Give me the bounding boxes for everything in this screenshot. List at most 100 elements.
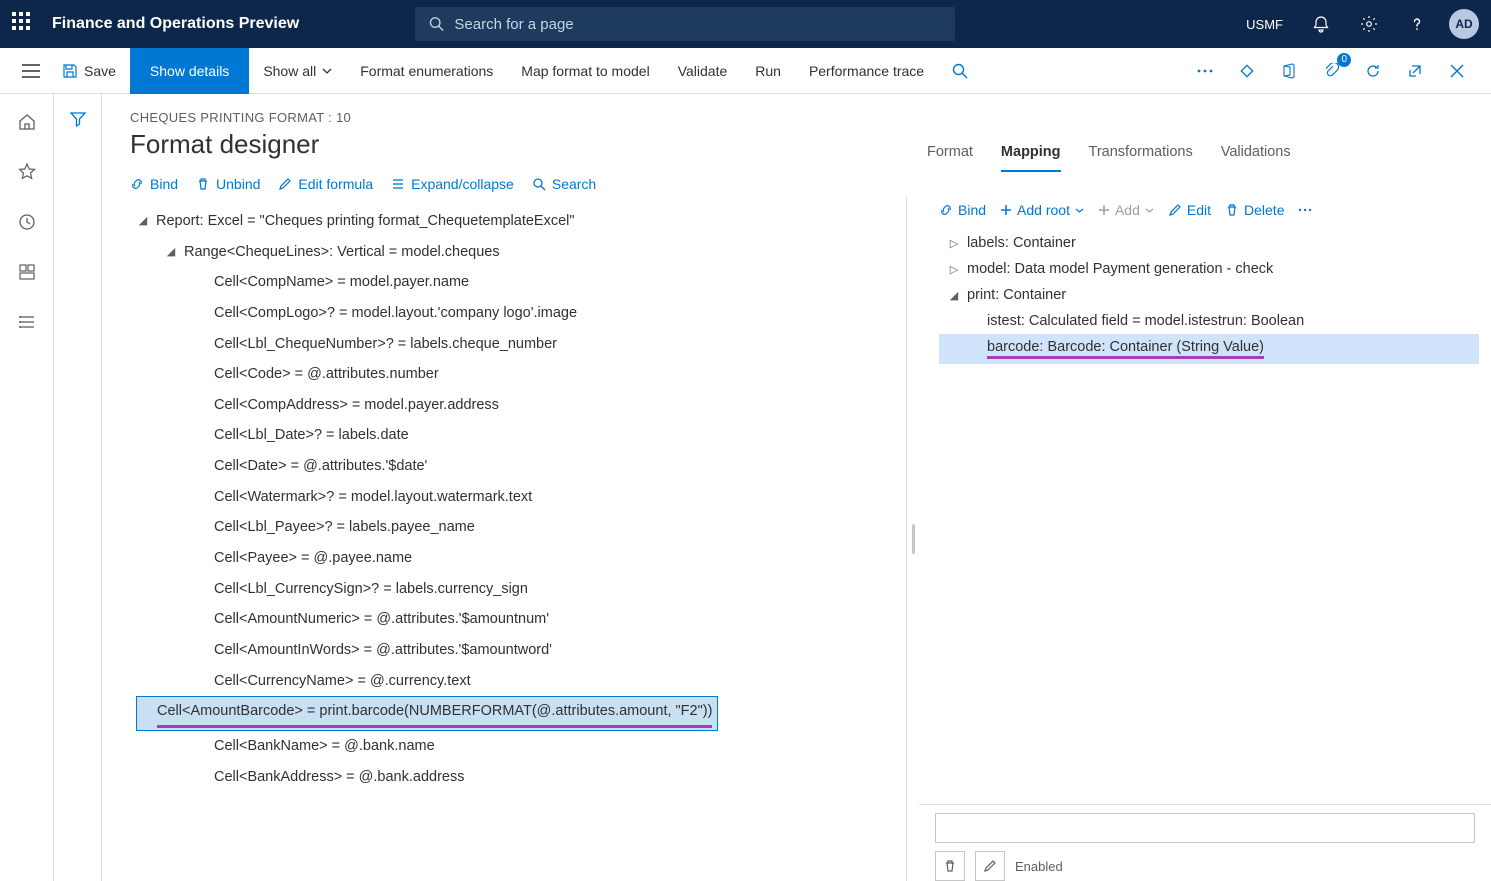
search-icon: [429, 16, 444, 32]
add-root-button[interactable]: Add root: [1000, 202, 1084, 218]
tree-row[interactable]: Cell<Code> = @.attributes.number: [136, 359, 906, 390]
expand-collapse-button[interactable]: Expand/collapse: [391, 176, 514, 192]
tree-node-istest[interactable]: istest: Calculated field = model.istestr…: [939, 308, 1479, 334]
tree-label: Cell<AmountNumeric> = @.attributes.'$amo…: [214, 607, 549, 632]
edit-value-button[interactable]: [975, 851, 1005, 881]
edit-formula-button[interactable]: Edit formula: [278, 176, 373, 192]
tree-node-print[interactable]: ◢print: Container: [939, 282, 1479, 308]
hamburger-button[interactable]: [14, 48, 48, 94]
notification-icon[interactable]: [1305, 8, 1337, 40]
trash-icon: [943, 859, 957, 873]
tree-row[interactable]: Cell<Date> = @.attributes.'$date': [136, 451, 906, 482]
tree-label: Cell<CompAddress> = model.payer.address: [214, 393, 499, 418]
filter-icon[interactable]: [69, 110, 87, 881]
tree-row[interactable]: Cell<AmountNumeric> = @.attributes.'$amo…: [136, 604, 906, 635]
tab-validations[interactable]: Validations: [1221, 136, 1291, 172]
tree-row[interactable]: Cell<CompLogo>? = model.layout.'company …: [136, 298, 906, 329]
edit-button[interactable]: Edit: [1168, 202, 1211, 218]
settings-icon[interactable]: [1353, 8, 1385, 40]
delete-value-button[interactable]: [935, 851, 965, 881]
waffle-icon[interactable]: [12, 12, 36, 36]
tree-row[interactable]: Cell<BankAddress> = @.bank.address: [136, 762, 906, 793]
recent-icon[interactable]: [15, 210, 39, 234]
tree-label: Report: Excel = "Cheques printing format…: [156, 209, 575, 234]
refresh-icon[interactable]: [1359, 57, 1387, 85]
map-format-button[interactable]: Map format to model: [507, 48, 663, 94]
company-code[interactable]: USMF: [1246, 17, 1283, 32]
tree-node-labels[interactable]: ▷labels: Container: [939, 230, 1479, 256]
avatar[interactable]: AD: [1449, 9, 1479, 39]
star-icon[interactable]: [15, 160, 39, 184]
tree-row[interactable]: Cell<CompAddress> = model.payer.address: [136, 390, 906, 421]
more-button[interactable]: [1298, 208, 1312, 212]
tree-row[interactable]: Cell<Lbl_ChequeNumber>? = labels.cheque_…: [136, 329, 906, 360]
save-label: Save: [84, 63, 116, 79]
home-icon[interactable]: [15, 110, 39, 134]
tree-node-model[interactable]: ▷model: Data model Payment generation - …: [939, 256, 1479, 282]
show-details-button[interactable]: Show details: [130, 48, 249, 94]
delete-button[interactable]: Delete: [1225, 202, 1284, 218]
more-icon: [1298, 208, 1312, 212]
search-tree-button[interactable]: Search: [532, 176, 596, 192]
tree-row[interactable]: Cell<Lbl_CurrencySign>? = labels.currenc…: [136, 574, 906, 605]
show-all-button[interactable]: Show all: [249, 48, 346, 94]
unbind-button[interactable]: Unbind: [196, 176, 260, 192]
tab-transformations[interactable]: Transformations: [1089, 136, 1193, 172]
search-icon: [532, 177, 546, 191]
search-button[interactable]: [938, 48, 982, 94]
tree-label: Cell<Watermark>? = model.layout.watermar…: [214, 485, 532, 510]
attachments-icon[interactable]: 0: [1317, 57, 1345, 85]
format-enum-button[interactable]: Format enumerations: [346, 48, 507, 94]
caret-icon[interactable]: ◢: [136, 212, 150, 231]
validate-button[interactable]: Validate: [664, 48, 742, 94]
tree-row[interactable]: Cell<Lbl_Date>? = labels.date: [136, 420, 906, 451]
bind-button-right[interactable]: Bind: [939, 202, 986, 218]
tree-label: Cell<Code> = @.attributes.number: [214, 362, 439, 387]
left-toolbar: Bind Unbind Edit formula Expand/collapse…: [102, 170, 907, 196]
enabled-label: Enabled: [1015, 859, 1063, 874]
modules-icon[interactable]: [15, 310, 39, 334]
perf-trace-button[interactable]: Performance trace: [795, 48, 938, 94]
tree-row[interactable]: Cell<CompName> = model.payer.name: [136, 267, 906, 298]
popout-icon[interactable]: [1401, 57, 1429, 85]
close-icon[interactable]: [1443, 57, 1471, 85]
search-input[interactable]: [454, 16, 941, 33]
workspace-icon[interactable]: [15, 260, 39, 284]
tree-label: Cell<CompName> = model.payer.name: [214, 270, 469, 295]
tree-label: Cell<Date> = @.attributes.'$date': [214, 454, 427, 479]
search-box[interactable]: [415, 7, 955, 41]
save-icon: [62, 63, 78, 79]
more-icon[interactable]: [1191, 57, 1219, 85]
pencil-icon: [278, 177, 292, 191]
tree-row[interactable]: Cell<Watermark>? = model.layout.watermar…: [136, 482, 906, 513]
run-button[interactable]: Run: [741, 48, 795, 94]
tree-row[interactable]: Cell<CurrencyName> = @.currency.text: [136, 666, 906, 697]
value-input[interactable]: [935, 813, 1475, 843]
chevron-down-icon: [1075, 208, 1084, 213]
bind-button[interactable]: Bind: [130, 176, 178, 192]
tree-node-barcode[interactable]: barcode: Barcode: Container (String Valu…: [939, 334, 1479, 364]
help-icon[interactable]: [1401, 8, 1433, 40]
mapping-tree: ▷labels: Container ▷model: Data model Pa…: [919, 226, 1491, 364]
trash-icon: [1225, 203, 1239, 217]
splitter[interactable]: [907, 196, 919, 881]
tree-label: Cell<Lbl_ChequeNumber>? = labels.cheque_…: [214, 332, 557, 357]
caret-icon[interactable]: ◢: [164, 243, 178, 262]
tree-row[interactable]: Cell<AmountInWords> = @.attributes.'$amo…: [136, 635, 906, 666]
tree-row[interactable]: Cell<Lbl_Payee>? = labels.payee_name: [136, 512, 906, 543]
topbar: Finance and Operations Preview USMF AD: [0, 0, 1491, 48]
tree-row[interactable]: Cell<Payee> = @.payee.name: [136, 543, 906, 574]
tree-row[interactable]: ◢ Report: Excel = "Cheques printing forma…: [136, 206, 906, 237]
tree-label: Cell<Lbl_Payee>? = labels.payee_name: [214, 515, 475, 540]
tab-format[interactable]: Format: [927, 136, 973, 172]
tab-mapping[interactable]: Mapping: [1001, 136, 1061, 172]
right-tabs: Format Mapping Transformations Validatio…: [907, 136, 1491, 172]
diamond-icon[interactable]: [1233, 57, 1261, 85]
save-button[interactable]: Save: [48, 48, 130, 94]
tree-row[interactable]: Cell<BankName> = @.bank.name: [136, 731, 906, 762]
link-icon: [130, 177, 144, 191]
tree-row[interactable]: ◢Range<ChequeLines>: Vertical = model.ch…: [136, 237, 906, 268]
tree-label: Cell<AmountBarcode> = print.barcode(NUMB…: [157, 699, 712, 728]
tree-row[interactable]: Cell<AmountBarcode> = print.barcode(NUMB…: [136, 696, 718, 731]
office-icon[interactable]: [1275, 57, 1303, 85]
